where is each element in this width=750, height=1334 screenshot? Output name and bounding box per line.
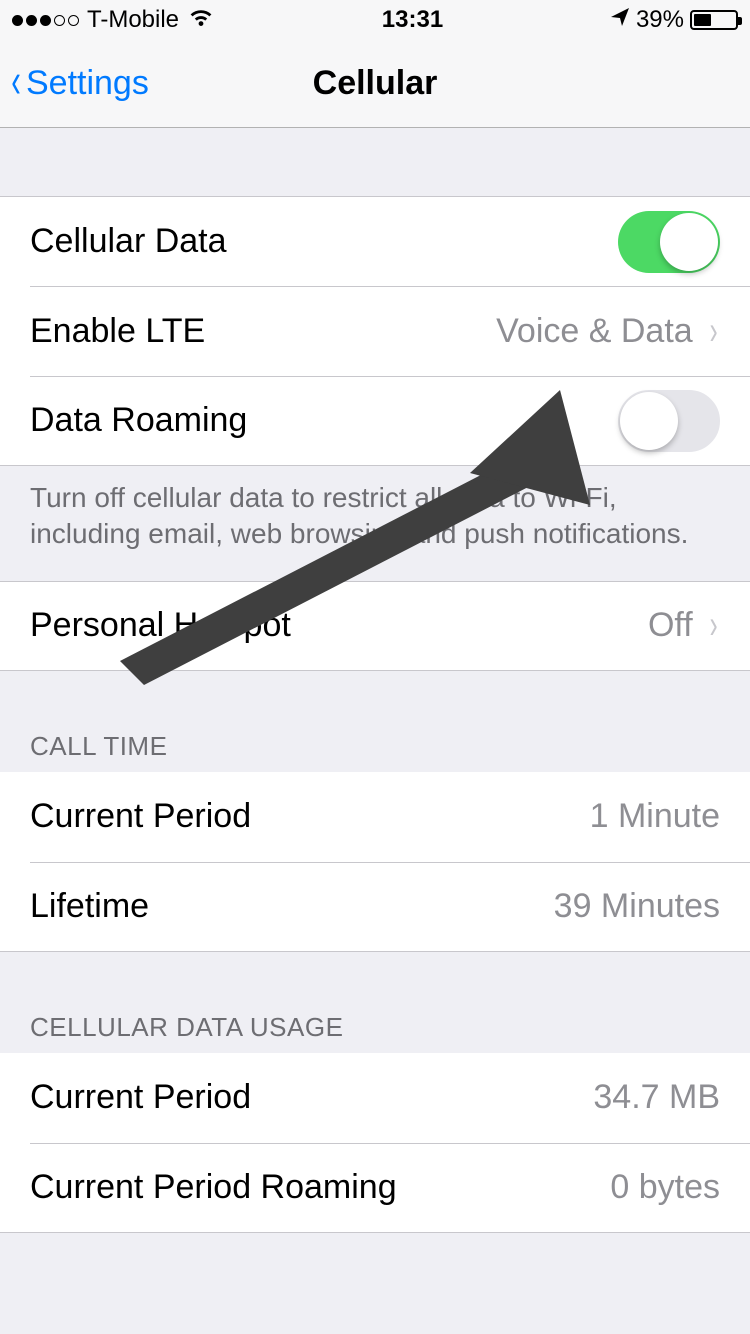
data-usage-roaming-label: Current Period Roaming — [30, 1168, 610, 1207]
cellular-data-row[interactable]: Cellular Data — [0, 196, 750, 286]
personal-hotspot-label: Personal Hotspot — [30, 606, 648, 645]
data-usage-header: Cellular Data Usage — [0, 1012, 750, 1053]
call-time-current-row: Current Period 1 Minute — [0, 772, 750, 862]
data-usage-current-value: 34.7 MB — [593, 1078, 720, 1117]
status-bar: T-Mobile 13:31 39% — [0, 0, 750, 40]
enable-lte-value: Voice & Data — [496, 312, 693, 351]
call-time-group: Call Time Current Period 1 Minute Lifeti… — [0, 731, 750, 952]
wifi-icon — [187, 6, 215, 35]
location-icon — [610, 6, 630, 34]
chevron-left-icon: ‹ — [11, 58, 21, 106]
call-time-lifetime-label: Lifetime — [30, 887, 554, 926]
call-time-header: Call Time — [0, 731, 750, 772]
call-time-current-value: 1 Minute — [590, 797, 720, 836]
carrier-label: T-Mobile — [87, 6, 179, 34]
battery-percent: 39% — [636, 6, 684, 34]
status-left: T-Mobile — [12, 6, 215, 35]
data-roaming-toggle[interactable] — [618, 390, 720, 452]
hotspot-group: Personal Hotspot Off › — [0, 581, 750, 671]
call-time-lifetime-value: 39 Minutes — [554, 887, 720, 926]
nav-bar: ‹ Settings Cellular — [0, 40, 750, 128]
cellular-settings-group: Cellular Data Enable LTE Voice & Data › … — [0, 196, 750, 466]
data-usage-current-label: Current Period — [30, 1078, 593, 1117]
personal-hotspot-row[interactable]: Personal Hotspot Off › — [0, 581, 750, 671]
back-label: Settings — [26, 64, 149, 103]
data-roaming-label: Data Roaming — [30, 401, 618, 440]
enable-lte-row[interactable]: Enable LTE Voice & Data › — [0, 286, 750, 376]
enable-lte-label: Enable LTE — [30, 312, 496, 351]
call-time-current-label: Current Period — [30, 797, 590, 836]
call-time-lifetime-row: Lifetime 39 Minutes — [0, 862, 750, 952]
status-time: 13:31 — [382, 6, 443, 34]
signal-strength-icon — [12, 15, 79, 26]
chevron-right-icon: › — [709, 603, 717, 648]
battery-icon — [690, 10, 738, 30]
back-button[interactable]: ‹ Settings — [8, 60, 149, 108]
status-right: 39% — [610, 6, 738, 34]
data-roaming-row[interactable]: Data Roaming — [0, 376, 750, 466]
data-usage-roaming-value: 0 bytes — [610, 1168, 720, 1207]
data-usage-group: Cellular Data Usage Current Period 34.7 … — [0, 1012, 750, 1233]
chevron-right-icon: › — [709, 309, 717, 354]
cellular-data-label: Cellular Data — [30, 222, 618, 261]
data-usage-roaming-row: Current Period Roaming 0 bytes — [0, 1143, 750, 1233]
cellular-settings-footer: Turn off cellular data to restrict all d… — [0, 466, 750, 553]
data-usage-current-row: Current Period 34.7 MB — [0, 1053, 750, 1143]
personal-hotspot-value: Off — [648, 606, 693, 645]
cellular-data-toggle[interactable] — [618, 211, 720, 273]
